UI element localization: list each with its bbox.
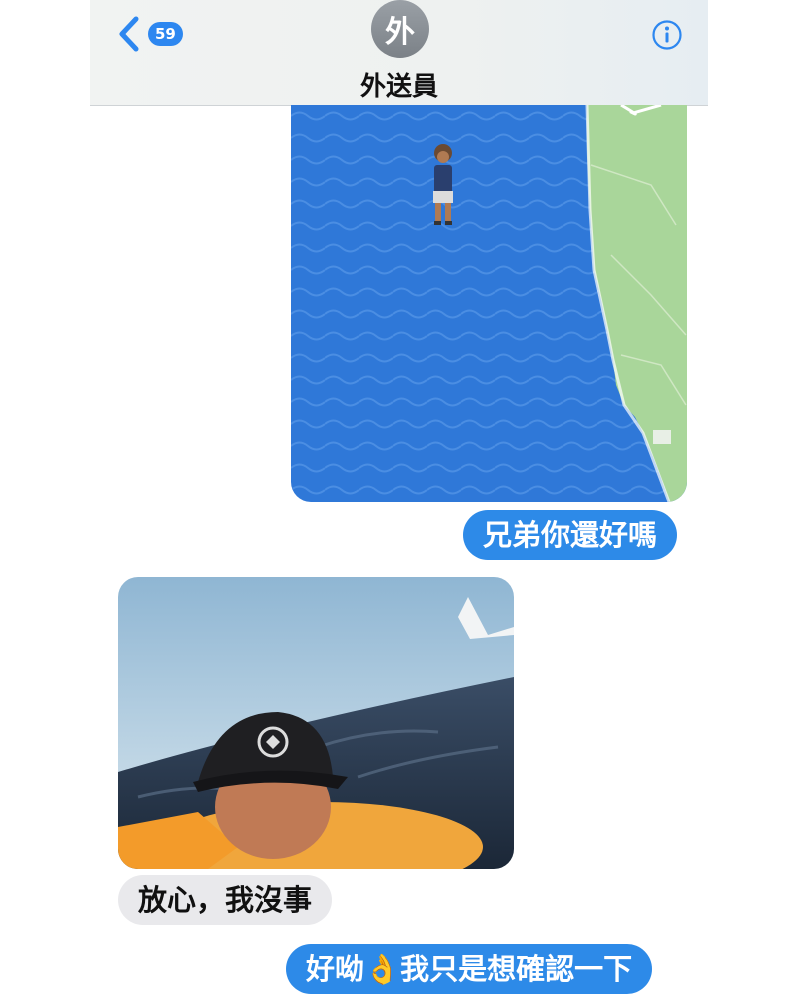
contact-avatar[interactable]: 外 <box>371 0 429 58</box>
conversation-header: 59 外 外送員 <box>90 0 708 106</box>
photo-message[interactable] <box>118 577 514 869</box>
message-text: 兄弟你還好嗎 <box>483 518 658 552</box>
back-button[interactable]: 59 <box>112 14 183 54</box>
ok-hand-emoji-icon: 👌 <box>364 952 401 986</box>
message-text: 我只是想確認一下 <box>400 952 633 986</box>
message-bubble-outgoing[interactable]: 好呦👌我只是想確認一下 <box>286 944 653 994</box>
avatar-initial: 外 <box>385 15 415 50</box>
message-text: 好呦 <box>306 952 365 986</box>
message-bubble-outgoing[interactable]: 兄弟你還好嗎 <box>463 510 678 560</box>
message-text: 放心，我沒事 <box>138 883 313 917</box>
photo-image <box>118 577 514 869</box>
contact-name[interactable]: 外送員 <box>90 66 708 103</box>
map-image-message[interactable] <box>291 105 687 502</box>
map-image <box>291 105 687 502</box>
info-icon[interactable] <box>651 19 683 51</box>
back-chevron-icon <box>119 16 139 52</box>
unread-count-badge: 59 <box>148 22 183 46</box>
message-bubble-incoming[interactable]: 放心，我沒事 <box>118 875 333 925</box>
